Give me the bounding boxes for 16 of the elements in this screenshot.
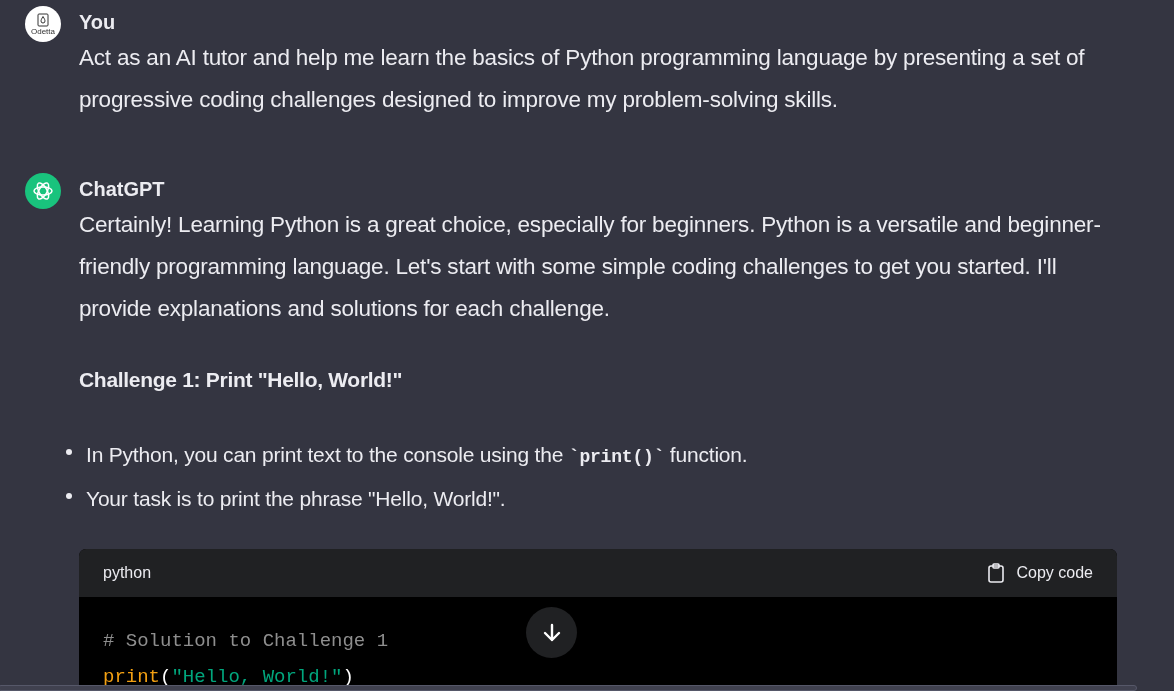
message-text: Act as an AI tutor and help me learn the basics of Python programming language by presenting a set of progressive coding challenges designed to improve my problem-solving skills. bbox=[79, 44, 1086, 114]
avatar-label: Odetta bbox=[31, 26, 55, 36]
bullet-text: Your task is to print the phrase "Hello, World!". bbox=[86, 486, 506, 512]
knot-logo-icon bbox=[31, 179, 55, 203]
bullet-text: In Python, you can print text to the console using the `print()` function. bbox=[86, 442, 748, 469]
copy-code-button[interactable]: Copy code bbox=[986, 563, 1093, 583]
code-language: python bbox=[103, 564, 152, 582]
code-line: # Solution to Challenge 1 bbox=[103, 629, 389, 654]
bullet-icon bbox=[66, 493, 72, 499]
message-text: Certainly! Learning Python is a great choice, especially for beginners. Python is a versatile and beginner-friendly programming language. Let's start with some simple coding challenges to get you started. I'll provide explanations and solutions for each challenge. bbox=[79, 211, 1102, 323]
drop-icon bbox=[37, 12, 49, 27]
author-name: ChatGPT bbox=[79, 177, 166, 202]
clipboard-icon bbox=[986, 563, 1005, 583]
section-heading: Challenge 1: Print "Hello, World!" bbox=[79, 367, 404, 393]
bullet-icon bbox=[66, 449, 72, 455]
author-name: You bbox=[79, 10, 117, 35]
